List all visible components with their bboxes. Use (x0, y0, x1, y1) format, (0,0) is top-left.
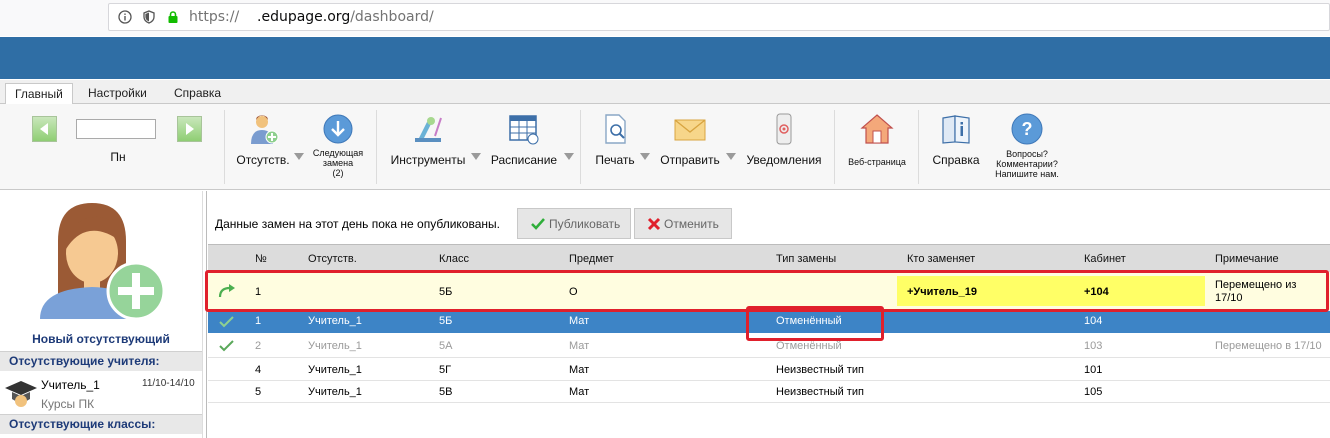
cancel-button[interactable]: Отменить (634, 208, 732, 239)
table-header: № Отсутств. Класс Предмет Тип замены Кто… (208, 244, 1330, 272)
col-who[interactable]: Кто заменяет (907, 253, 975, 265)
print-dropdown-icon[interactable] (640, 153, 650, 160)
next-day-button[interactable] (177, 116, 202, 142)
col-type[interactable]: Тип замены (776, 253, 836, 265)
date-field[interactable] (76, 119, 156, 139)
timetable-grid-icon (509, 115, 539, 145)
tools-button[interactable]: Инструменты (388, 112, 468, 167)
print-preview-icon (605, 114, 626, 144)
col-num[interactable]: № (255, 253, 267, 265)
tab-settings[interactable]: Настройки (79, 83, 156, 105)
web-page-button[interactable]: Веб-страница (844, 112, 910, 167)
arrow-down-circle-icon (323, 114, 353, 144)
new-absent-label[interactable]: Новый отсутствующий (0, 332, 202, 346)
url-text: https:// .edupage.org/dashboard/ (189, 9, 434, 25)
ribbon-tabs: Главный Настройки Справка (0, 80, 1330, 105)
col-note[interactable]: Примечание (1215, 253, 1279, 265)
envelope-icon (674, 119, 706, 141)
help-button[interactable]: Справка (928, 112, 984, 167)
svg-text:?: ? (1022, 119, 1033, 139)
col-class[interactable]: Класс (439, 253, 469, 265)
notifications-button[interactable]: Уведомления (742, 112, 826, 167)
col-absent[interactable]: Отсутств. (308, 253, 357, 265)
browser-toolbar: https:// .edupage.org/dashboard/ (0, 0, 1330, 36)
absent-teacher-name[interactable]: Учитель_1 (41, 378, 100, 392)
next-substitution-button[interactable]: Следующая замена (2) (308, 113, 368, 178)
timetable-button[interactable]: Расписание (488, 112, 560, 167)
col-room[interactable]: Кабинет (1084, 253, 1126, 265)
table-row[interactable]: 4 Учитель_1 5Г Мат Неизвестный тип 101 (208, 359, 1330, 381)
absent-teachers-heading: Отсутствующие учителя: (0, 351, 202, 371)
prev-day-button[interactable] (32, 116, 57, 142)
question-circle-icon: ? (1011, 113, 1043, 145)
mobile-notification-icon (776, 113, 792, 145)
arrow-right-icon (186, 123, 194, 135)
print-button[interactable]: Печать (592, 112, 638, 167)
address-bar[interactable]: https:// .edupage.org/dashboard/ (108, 3, 1330, 31)
add-person-icon (251, 115, 279, 144)
col-subject[interactable]: Предмет (569, 253, 614, 265)
send-dropdown-icon[interactable] (726, 153, 736, 160)
absent-teacher-dates: 11/10-14/10 (142, 378, 195, 389)
arrow-left-icon (40, 123, 48, 135)
info-icon[interactable] (117, 9, 133, 25)
tools-dropdown-icon[interactable] (471, 153, 481, 160)
table-row[interactable]: 5 Учитель_1 5В Мат Неизвестный тип 105 (208, 381, 1330, 403)
checkmark-icon (531, 217, 545, 230)
lock-icon[interactable] (165, 9, 181, 25)
tab-main[interactable]: Главный (5, 83, 73, 105)
help-book-icon (942, 115, 970, 144)
checkmark-icon (219, 316, 234, 328)
send-button[interactable]: Отправить (658, 112, 722, 167)
graduation-cap-icon (5, 381, 37, 407)
tools-icon (415, 117, 442, 142)
tab-help[interactable]: Справка (165, 83, 230, 105)
checkmark-icon (219, 340, 234, 352)
ribbon-toolbar: Пн Отсутств. Следующая замена (2) Инстру… (0, 104, 1330, 190)
unpublished-notice: Данные замен на этот день пока не опубли… (215, 217, 500, 231)
app-header-bar (0, 37, 1330, 79)
publish-button[interactable]: Публиковать (517, 208, 631, 239)
absent-classes-heading: Отсутствующие классы: (0, 414, 202, 434)
absences-button[interactable]: Отсутств. (236, 112, 290, 167)
new-absent-avatar-icon[interactable] (30, 201, 170, 331)
absent-teacher-reason: Курсы ПК (41, 397, 95, 411)
home-icon (860, 114, 894, 144)
absences-dropdown-icon[interactable] (294, 153, 304, 160)
tracking-shield-icon[interactable] (141, 9, 157, 25)
day-label: Пн (110, 150, 126, 164)
annotation-box-cancelled (746, 306, 884, 341)
timetable-dropdown-icon[interactable] (564, 153, 574, 160)
questions-button[interactable]: ? Вопросы? Комментарии? Напишите нам. (990, 112, 1064, 179)
close-icon (647, 217, 661, 230)
